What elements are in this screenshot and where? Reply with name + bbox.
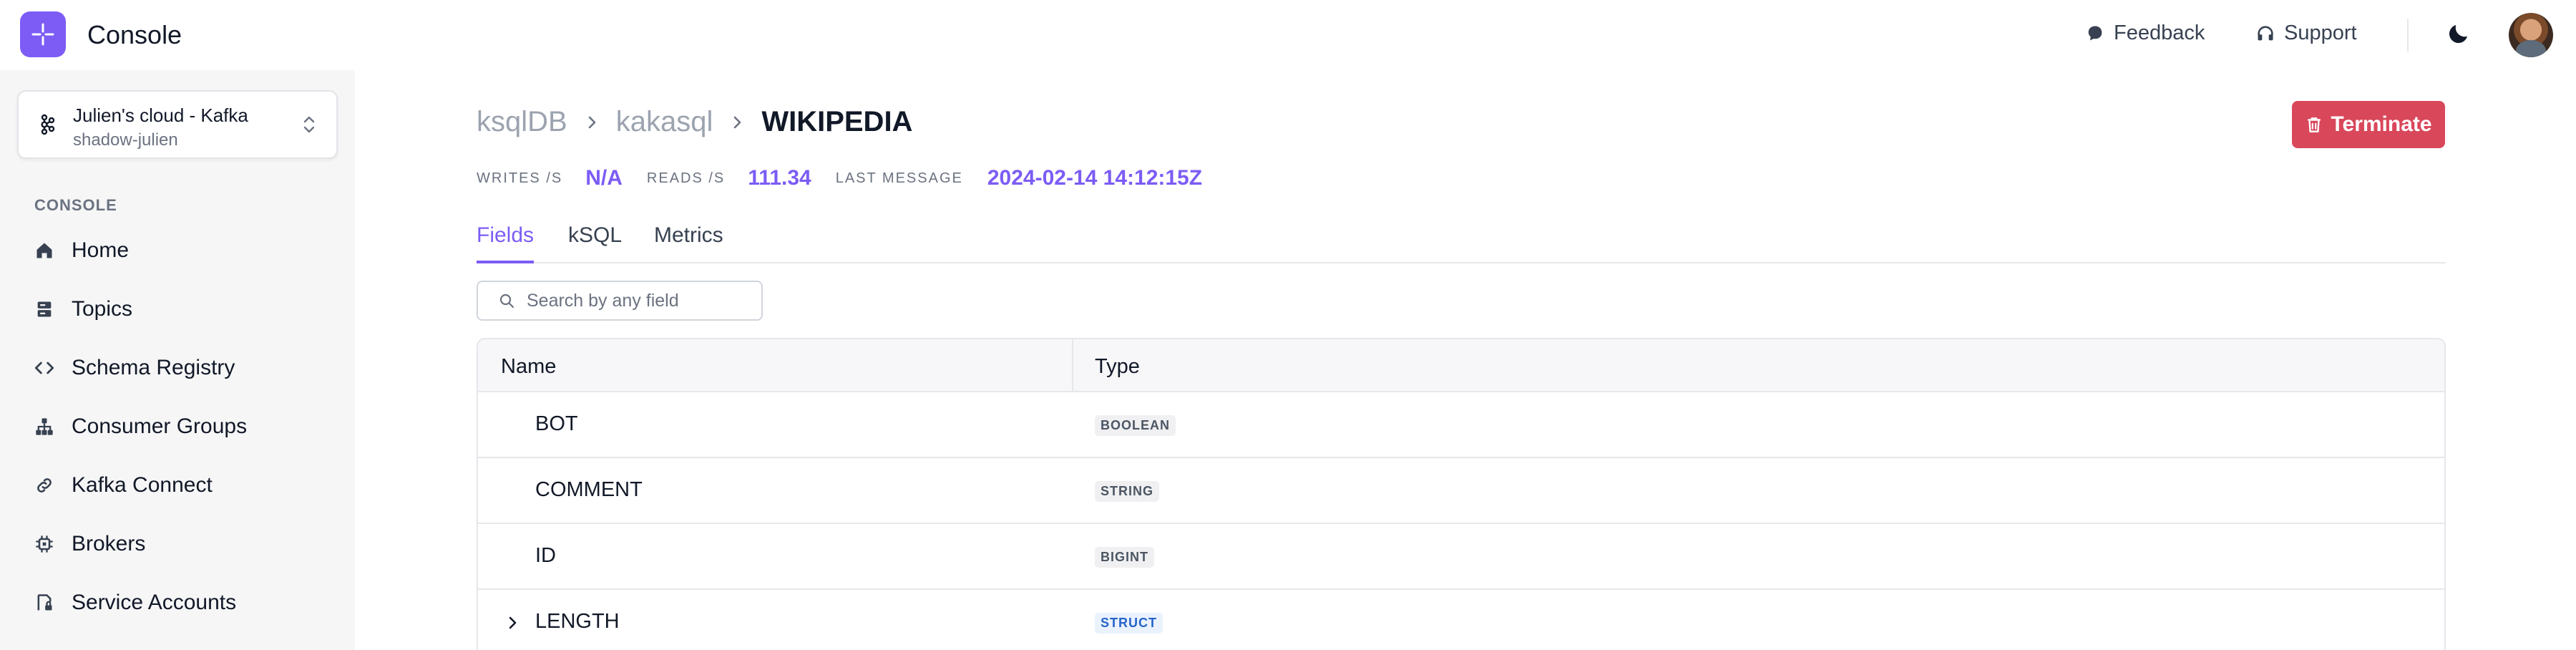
sidebar-item-label: Kafka Connect bbox=[72, 473, 213, 497]
reads-value: 111.34 bbox=[748, 166, 811, 190]
groups-icon bbox=[33, 415, 56, 438]
app-logo[interactable] bbox=[20, 11, 66, 57]
search-icon bbox=[499, 294, 514, 309]
home-icon bbox=[33, 239, 56, 262]
dark-mode-toggle-icon[interactable] bbox=[2446, 21, 2472, 47]
headphones-icon bbox=[2258, 25, 2273, 40]
writes-label: WRITES /S bbox=[477, 170, 563, 186]
code-icon bbox=[33, 356, 56, 379]
table-header: Name Type bbox=[478, 339, 2444, 392]
kafka-icon bbox=[41, 114, 55, 135]
field-name: BOT bbox=[535, 412, 578, 435]
field-name: ID bbox=[535, 544, 556, 567]
table-row[interactable]: BOT BOOLEAN bbox=[478, 392, 2444, 458]
page-title: WIKIPEDIA bbox=[761, 106, 913, 137]
user-avatar[interactable] bbox=[2509, 13, 2553, 57]
tab-ksql[interactable]: kSQL bbox=[568, 223, 622, 263]
cluster-subtitle: shadow-julien bbox=[73, 130, 178, 150]
topics-icon bbox=[33, 298, 56, 321]
sidebar-item-service-accounts[interactable]: Service Accounts bbox=[23, 580, 338, 626]
feedback-label: Feedback bbox=[2114, 21, 2205, 44]
top-bar: Console Feedback Support bbox=[0, 0, 2576, 70]
type-badge: STRING bbox=[1095, 481, 1160, 502]
search-box bbox=[477, 281, 763, 321]
cluster-selector[interactable]: Julien's cloud - Kafka shadow-julien bbox=[17, 90, 338, 159]
chat-bubble-icon bbox=[2088, 26, 2102, 40]
sidebar: Julien's cloud - Kafka shadow-julien CON… bbox=[0, 70, 355, 650]
sidebar-item-label: Schema Registry bbox=[72, 356, 235, 379]
sparkle-icon bbox=[31, 23, 54, 46]
app-title: Console bbox=[87, 20, 182, 49]
header-divider bbox=[2407, 19, 2409, 52]
column-header-name[interactable]: Name bbox=[501, 355, 556, 379]
type-badge: BOOLEAN bbox=[1095, 415, 1176, 436]
column-header-type[interactable]: Type bbox=[1095, 355, 1140, 379]
type-badge: BIGINT bbox=[1095, 547, 1154, 568]
stats-bar: WRITES /S N/A READS /S 111.34 LAST MESSA… bbox=[477, 166, 1202, 190]
field-name: LENGTH bbox=[535, 610, 620, 633]
chevron-right-icon[interactable] bbox=[504, 614, 521, 631]
support-link[interactable]: Support bbox=[2255, 21, 2357, 45]
tab-metrics[interactable]: Metrics bbox=[654, 223, 723, 263]
search-input[interactable] bbox=[527, 290, 756, 311]
sidebar-item-home[interactable]: Home bbox=[23, 228, 338, 273]
sidebar-item-schema-registry[interactable]: Schema Registry bbox=[23, 345, 338, 391]
tab-fields[interactable]: Fields bbox=[477, 223, 535, 263]
support-label: Support bbox=[2284, 21, 2357, 44]
chevron-up-down-icon bbox=[303, 116, 315, 133]
chip-icon bbox=[33, 533, 56, 556]
sidebar-item-label: Consumer Groups bbox=[72, 414, 248, 438]
link-icon bbox=[33, 474, 56, 497]
sidebar-section-label: CONSOLE bbox=[34, 196, 117, 214]
cluster-name: Julien's cloud - Kafka bbox=[73, 105, 248, 126]
table-row[interactable]: ID BIGINT bbox=[478, 524, 2444, 590]
sidebar-item-topics[interactable]: Topics bbox=[23, 286, 338, 332]
column-divider bbox=[1072, 339, 1073, 392]
table-row[interactable]: LENGTH STRUCT bbox=[478, 590, 2444, 650]
sidebar-item-label: Topics bbox=[72, 297, 133, 321]
fields-table: Name Type BOT BOOLEAN COMMENT STRING ID … bbox=[477, 338, 2446, 650]
terminate-label: Terminate bbox=[2331, 112, 2432, 136]
last-message-value: 2024-02-14 14:12:15Z bbox=[987, 166, 1203, 190]
sidebar-item-brokers[interactable]: Brokers bbox=[23, 521, 338, 567]
account-lock-icon bbox=[33, 591, 56, 614]
breadcrumb-ksqldb[interactable]: ksqlDB bbox=[477, 106, 567, 138]
writes-value: N/A bbox=[585, 166, 623, 190]
breadcrumb-cluster[interactable]: kakasql bbox=[616, 106, 713, 138]
sidebar-item-label: Home bbox=[72, 238, 130, 262]
field-name: COMMENT bbox=[535, 478, 643, 501]
sidebar-item-label: Service Accounts bbox=[72, 591, 237, 614]
feedback-link[interactable]: Feedback bbox=[2085, 21, 2205, 45]
terminate-button[interactable]: Terminate bbox=[2292, 101, 2445, 148]
chevron-right-icon bbox=[734, 116, 741, 128]
chevron-right-icon bbox=[588, 116, 596, 128]
type-badge: STRUCT bbox=[1095, 613, 1163, 634]
sidebar-item-consumer-groups[interactable]: Consumer Groups bbox=[23, 404, 338, 450]
tab-bar: Fields kSQL Metrics bbox=[477, 220, 2446, 263]
last-message-label: LAST MESSAGE bbox=[835, 170, 963, 186]
sidebar-item-label: Brokers bbox=[72, 532, 146, 556]
trash-icon bbox=[2308, 117, 2321, 132]
breadcrumb: ksqlDB kakasql WIKIPEDIA bbox=[477, 106, 912, 138]
table-row[interactable]: COMMENT STRING bbox=[478, 458, 2444, 524]
reads-label: READS /S bbox=[646, 170, 726, 186]
sidebar-item-kafka-connect[interactable]: Kafka Connect bbox=[23, 462, 338, 508]
